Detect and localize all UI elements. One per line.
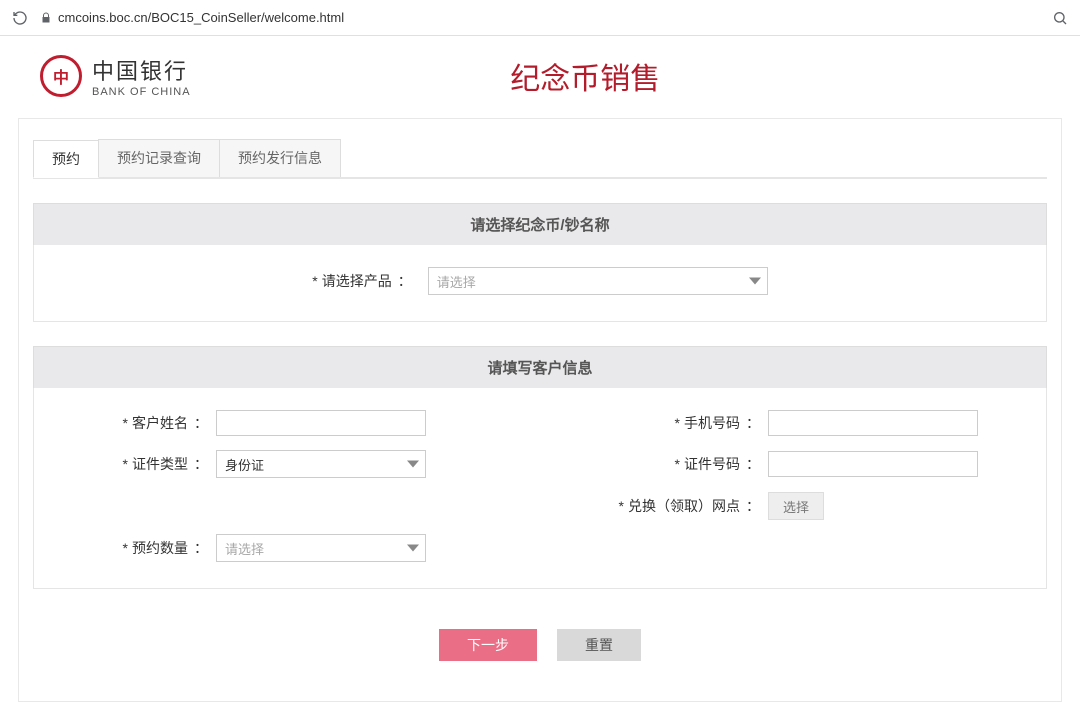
product-label: *请选择产品： [312, 271, 411, 291]
tab-issue-info[interactable]: 预约发行信息 [219, 139, 341, 177]
section-product: 请选择纪念币/钞名称 *请选择产品： 请选择 [33, 203, 1047, 322]
branch-label: *兑换（领取）网点： [540, 496, 760, 516]
idtype-label: *证件类型： [58, 454, 208, 474]
qty-select[interactable]: 请选择 [216, 534, 426, 562]
tabs: 预约 预约记录查询 预约发行信息 [33, 139, 1047, 179]
branch-select-button[interactable]: 选择 [768, 492, 824, 520]
product-select[interactable]: 请选择 [428, 267, 768, 295]
page-header: 中 中国银行 BANK OF CHINA 纪念币销售 [10, 36, 1070, 118]
qty-label: *预约数量： [58, 538, 208, 558]
form-actions: 下一步 重置 [33, 629, 1047, 661]
phone-input[interactable] [768, 410, 978, 436]
chevron-down-icon [407, 461, 419, 468]
content-card: 预约 预约记录查询 预约发行信息 请选择纪念币/钞名称 *请选择产品： 请选择 … [18, 118, 1062, 702]
tab-records[interactable]: 预约记录查询 [98, 139, 220, 177]
section-customer-title: 请填写客户信息 [33, 346, 1047, 388]
section-customer: 请填写客户信息 *客户姓名： *手机号码： *证件类型： [33, 346, 1047, 589]
search-icon[interactable] [1052, 10, 1068, 26]
tab-reserve[interactable]: 预约 [33, 140, 99, 178]
browser-bar: cmcoins.boc.cn/BOC15_CoinSeller/welcome.… [0, 0, 1080, 36]
name-input[interactable] [216, 410, 426, 436]
product-select-placeholder: 请选择 [429, 272, 484, 291]
section-product-title: 请选择纪念币/钞名称 [33, 203, 1047, 245]
qty-select-placeholder: 请选择 [217, 539, 272, 558]
idnum-label: *证件号码： [540, 454, 760, 474]
reload-icon[interactable] [12, 10, 28, 26]
logo-icon: 中 [40, 55, 82, 97]
lock-icon [40, 12, 52, 24]
next-button[interactable]: 下一步 [439, 629, 537, 661]
idnum-input[interactable] [768, 451, 978, 477]
url-bar[interactable]: cmcoins.boc.cn/BOC15_CoinSeller/welcome.… [40, 10, 1040, 25]
name-label: *客户姓名： [58, 413, 208, 433]
idtype-select[interactable]: 身份证 [216, 450, 426, 478]
chevron-down-icon [749, 278, 761, 285]
chevron-down-icon [407, 545, 419, 552]
reset-button[interactable]: 重置 [557, 629, 641, 661]
idtype-select-value: 身份证 [217, 455, 272, 474]
phone-label: *手机号码： [540, 413, 760, 433]
url-text: cmcoins.boc.cn/BOC15_CoinSeller/welcome.… [58, 10, 344, 25]
page-title: 纪念币销售 [131, 54, 1040, 98]
